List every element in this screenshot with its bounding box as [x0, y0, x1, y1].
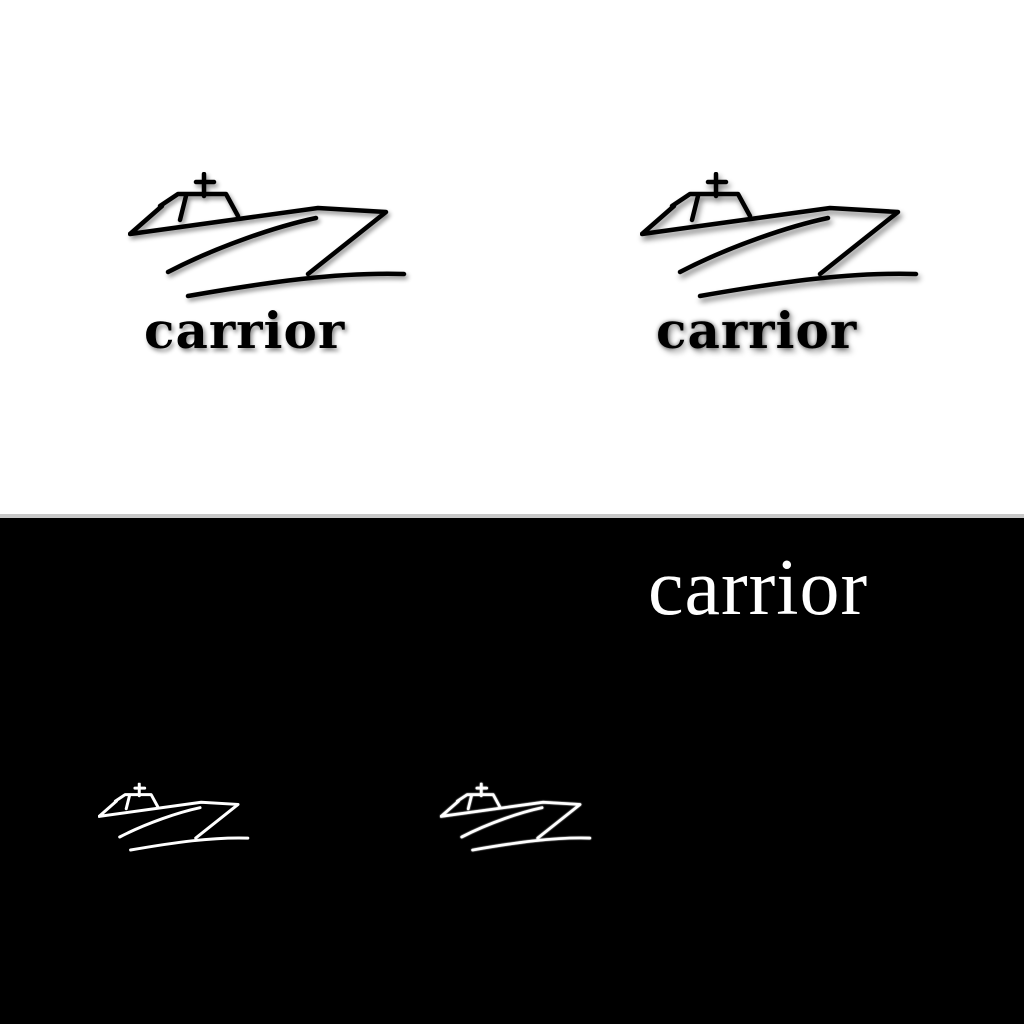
brand-wordmark-light-shadow: carrior — [656, 301, 858, 360]
logo-sheet: carrior carrior carrior — [0, 0, 1024, 1024]
boat-icon — [128, 172, 408, 302]
brand-wordmark-light-flat: carrior — [144, 301, 346, 360]
boat-icon — [640, 172, 920, 302]
brand-wordmark-dark: carrior — [648, 544, 869, 632]
boat-icon — [98, 770, 250, 866]
boat-icon — [440, 770, 592, 866]
